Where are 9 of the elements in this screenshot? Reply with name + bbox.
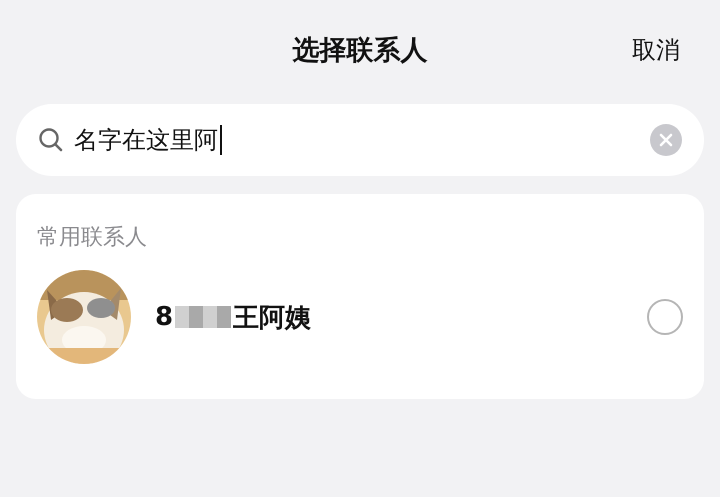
page-title: 选择联系人	[292, 34, 428, 68]
search-icon	[38, 127, 64, 153]
cancel-button[interactable]: 取消	[632, 34, 680, 66]
clear-icon[interactable]	[650, 124, 682, 156]
select-radio[interactable]	[647, 299, 683, 335]
section-title: 常用联系人	[37, 224, 148, 252]
contact-name: 8	[155, 302, 174, 332]
search-field[interactable]: 名字在这里阿	[16, 104, 704, 176]
contact-name: 王阿姨	[233, 302, 312, 334]
